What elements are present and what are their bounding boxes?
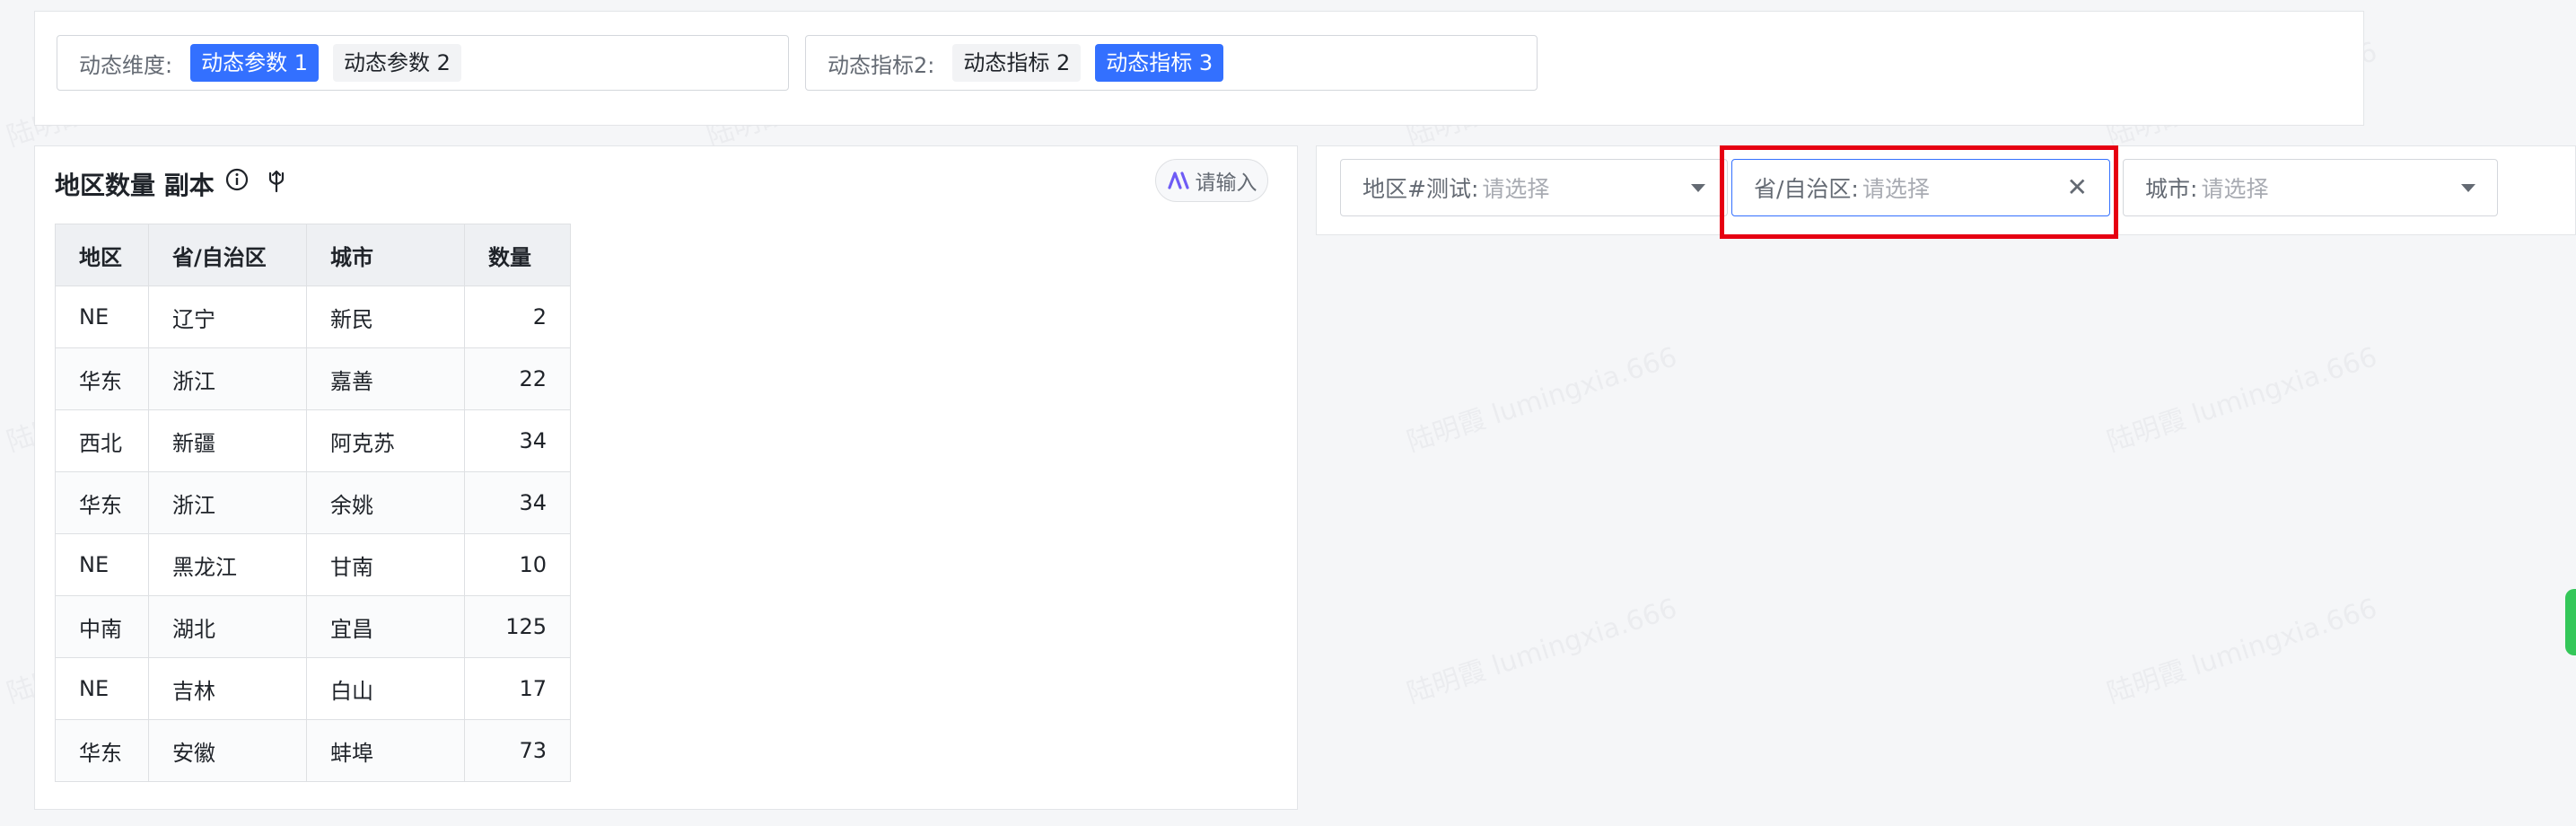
cell-count: 73 <box>464 719 571 782</box>
chevron-down-icon <box>2461 183 2475 192</box>
cell-city: 宜昌 <box>306 595 465 658</box>
cell-region: NE <box>55 286 149 348</box>
cell-count: 22 <box>464 347 571 410</box>
data-table: 地区 省/自治区 城市 数量 NE 辽宁 新民 2 华东 浙江 嘉善 22 西北 新疆 阿克苏 34 华… <box>55 224 571 782</box>
column-header-province[interactable]: 省/自治区 <box>148 224 307 286</box>
table-card: 地区数量 副本 请输入 地区 省/自治区 城市 数量 NE 辽宁 新民 2 华东 浙江 嘉善… <box>34 145 1298 810</box>
cell-count: 2 <box>464 286 571 348</box>
cell-region: NE <box>55 657 149 720</box>
dimension-parameter-label: 动态维度: <box>79 52 173 78</box>
cell-count: 34 <box>464 471 571 534</box>
dimension-chip-2[interactable]: 动态参数 2 <box>333 44 461 82</box>
region-filter-placeholder: 请选择 <box>1482 176 1550 202</box>
cell-province: 辽宁 <box>148 286 307 348</box>
table-row: 华东 安徽 蚌埠 73 <box>55 719 571 782</box>
cell-region: 中南 <box>55 595 149 658</box>
cell-province: 湖北 <box>148 595 307 658</box>
metric-parameter: 动态指标2: 动态指标 2 动态指标 3 <box>805 35 1538 91</box>
table-row: 华东 浙江 余姚 34 <box>55 471 571 534</box>
dimension-chip-1[interactable]: 动态参数 1 <box>190 44 319 82</box>
cell-province: 吉林 <box>148 657 307 720</box>
ai-input-label: 请输入 <box>1195 171 1257 195</box>
cell-city: 阿克苏 <box>306 409 465 472</box>
cell-region: 华东 <box>55 719 149 782</box>
cell-city: 白山 <box>306 657 465 720</box>
metric-chip-1[interactable]: 动态指标 2 <box>952 44 1082 82</box>
cell-region: 华东 <box>55 347 149 410</box>
column-header-count[interactable]: 数量 <box>464 224 571 286</box>
table-header-row: 地区 省/自治区 城市 数量 <box>55 224 571 286</box>
table-row: 西北 新疆 阿克苏 34 <box>55 409 571 472</box>
region-filter-label: 地区#测试: <box>1362 176 1479 202</box>
parameter-bar: 动态维度: 动态参数 1 动态参数 2 动态指标2: 动态指标 2 动态指标 3 <box>34 11 2364 126</box>
cell-city: 余姚 <box>306 471 465 534</box>
table-row: 中南 湖北 宜昌 125 <box>55 595 571 658</box>
city-filter-label: 城市: <box>2145 176 2198 202</box>
cell-province: 新疆 <box>148 409 307 472</box>
dimension-parameter: 动态维度: 动态参数 1 动态参数 2 <box>57 35 789 91</box>
chevron-down-icon <box>1691 183 1705 192</box>
watermark-text: 陆明霞 lumingxia.666 <box>1403 593 1681 710</box>
watermark-text: 陆明霞 lumingxia.666 <box>2103 593 2381 710</box>
cell-province: 浙江 <box>148 347 307 410</box>
city-filter-placeholder: 请选择 <box>2201 176 2269 202</box>
cell-province: 浙江 <box>148 471 307 534</box>
table-row: NE 辽宁 新民 2 <box>55 286 571 348</box>
highlight-box <box>1720 145 2118 239</box>
table-row: NE 黑龙江 甘南 10 <box>55 533 571 596</box>
metric-chip-2[interactable]: 动态指标 3 <box>1095 44 1224 82</box>
ai-logo-icon <box>1167 171 1189 189</box>
cell-city: 甘南 <box>306 533 465 596</box>
column-header-city[interactable]: 城市 <box>306 224 465 286</box>
region-filter-select[interactable]: 地区#测试: 请选择 <box>1340 159 1728 216</box>
ai-input-button[interactable]: 请输入 <box>1155 159 1268 202</box>
watermark-text: 陆明霞 lumingxia.666 <box>2103 341 2381 459</box>
side-tab[interactable] <box>2565 589 2576 655</box>
metric-parameter-label: 动态指标2: <box>828 52 935 78</box>
card-title: 地区数量 副本 <box>55 171 215 200</box>
column-header-region[interactable]: 地区 <box>55 224 149 286</box>
cell-province: 安徽 <box>148 719 307 782</box>
cell-count: 125 <box>464 595 571 658</box>
table-row: NE 吉林 白山 17 <box>55 657 571 720</box>
cell-count: 10 <box>464 533 571 596</box>
watermark-text: 陆明霞 lumingxia.666 <box>1403 341 1681 459</box>
cell-count: 34 <box>464 409 571 472</box>
cell-province: 黑龙江 <box>148 533 307 596</box>
cell-city: 嘉善 <box>306 347 465 410</box>
table-row: 华东 浙江 嘉善 22 <box>55 347 571 410</box>
cell-region: 西北 <box>55 409 149 472</box>
drill-icon[interactable] <box>265 166 288 193</box>
cell-count: 17 <box>464 657 571 720</box>
city-filter-select[interactable]: 城市: 请选择 <box>2123 159 2498 216</box>
cell-region: NE <box>55 533 149 596</box>
cell-city: 蚌埠 <box>306 719 465 782</box>
cell-region: 华东 <box>55 471 149 534</box>
cell-city: 新民 <box>306 286 465 348</box>
info-icon[interactable] <box>225 168 249 191</box>
